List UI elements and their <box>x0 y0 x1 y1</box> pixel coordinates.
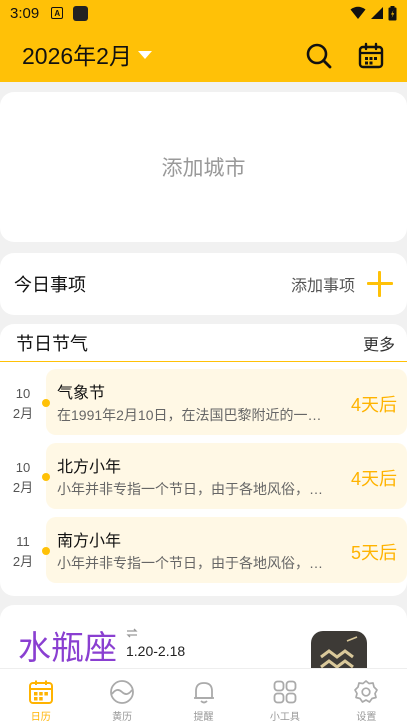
bell-icon <box>193 682 214 704</box>
bottom-nav: 日历 黄历 提醒 小工具 设置 <box>0 668 407 725</box>
notification-a-icon: A <box>51 7 64 19</box>
festival-month: 2月 <box>12 480 34 495</box>
festivals-title: 节日节气 <box>16 333 88 354</box>
nav-label: 小工具 <box>269 712 300 723</box>
app-square-icon <box>73 5 89 21</box>
chevron-down-icon <box>137 51 152 59</box>
add-event-link[interactable]: 添加事项 <box>291 272 355 296</box>
festival-desc: 小年并非专指一个节日，由于各地风俗，… <box>57 555 323 571</box>
zodiac-name: 水瓶座 <box>18 629 117 666</box>
today-events-card: 今日事项 添加事项 <box>0 253 407 315</box>
festival-day: 10 <box>15 386 31 401</box>
month-selector[interactable]: 2026年2月 <box>22 37 152 71</box>
festival-box: 气象节 在1991年2月10日，在法国巴黎附近的一… 4天后 <box>46 369 407 435</box>
festival-name: 南方小年 <box>57 533 122 550</box>
more-link[interactable]: 更多 <box>363 331 395 355</box>
nav-item-calendar[interactable]: 日历 <box>0 669 81 725</box>
festival-date: 10 2月 <box>8 458 38 498</box>
nav-item-tools[interactable]: 小工具 <box>244 669 325 725</box>
status-time: 3:09 <box>10 4 40 22</box>
festival-month: 2月 <box>12 406 34 421</box>
zodiac-date-range: 1.20-2.18 <box>126 643 186 659</box>
gear-icon <box>354 680 379 703</box>
festival-day: 10 <box>15 460 31 475</box>
add-city-label: 添加城市 <box>161 157 246 180</box>
timeline-dot <box>42 547 50 555</box>
nav-label: 提醒 <box>193 712 214 723</box>
festival-desc: 在1991年2月10日，在法国巴黎附近的一… <box>57 407 322 423</box>
month-title: 2026年2月 <box>22 43 132 69</box>
signal-icon <box>371 7 383 19</box>
festival-date: 11 2月 <box>8 532 38 572</box>
festivals-card: 节日节气 更多 10 2月 气象节 在1991年2月10日，在法国巴黎附近的一…… <box>0 324 407 596</box>
festival-days-left: 4天后 <box>350 395 397 415</box>
festival-box: 南方小年 小年并非专指一个节日，由于各地风俗，… 5天后 <box>46 517 407 583</box>
calendar-icon[interactable] <box>357 42 385 70</box>
nav-item-reminder[interactable]: 提醒 <box>163 669 244 725</box>
festival-name: 北方小年 <box>57 459 122 476</box>
swap-icon[interactable] <box>126 627 138 639</box>
header: 2026年2月 <box>0 34 407 74</box>
festival-item[interactable]: 10 2月 北方小年 小年并非专指一个节日，由于各地风俗，… 4天后 <box>0 443 407 509</box>
nav-label: 设置 <box>356 712 377 723</box>
festival-day: 11 <box>16 534 30 549</box>
grid-icon <box>273 680 297 704</box>
festival-days-left: 5天后 <box>350 543 397 563</box>
top-app-bar: 3:09 A 2026年2月 <box>0 0 407 82</box>
festival-month: 2月 <box>12 554 34 569</box>
festival-item[interactable]: 11 2月 南方小年 小年并非专指一个节日，由于各地风俗，… 5天后 <box>0 517 407 583</box>
festival-days-left: 4天后 <box>350 469 397 489</box>
festival-date: 10 2月 <box>8 384 38 424</box>
wifi-icon <box>350 6 366 19</box>
nav-label: 黄历 <box>112 712 133 723</box>
festival-box: 北方小年 小年并非专指一个节日，由于各地风俗，… 4天后 <box>46 443 407 509</box>
status-bar: 3:09 A <box>0 0 407 26</box>
calendar-icon <box>28 680 53 704</box>
add-city-card[interactable]: 添加城市 <box>0 92 407 242</box>
nav-label: 日历 <box>30 712 51 723</box>
festival-item[interactable]: 10 2月 气象节 在1991年2月10日，在法国巴黎附近的一… 4天后 <box>0 369 407 435</box>
battery-icon <box>388 5 397 20</box>
yin-yang-icon <box>110 680 135 704</box>
today-events-title: 今日事项 <box>14 275 86 295</box>
plus-icon[interactable] <box>367 271 393 297</box>
search-icon[interactable] <box>305 42 333 70</box>
festival-name: 气象节 <box>57 385 106 402</box>
nav-item-almanac[interactable]: 黄历 <box>81 669 162 725</box>
timeline-dot <box>42 399 50 407</box>
nav-item-settings[interactable]: 设置 <box>326 669 407 725</box>
festival-desc: 小年并非专指一个节日，由于各地风俗，… <box>57 481 323 497</box>
timeline-dot <box>42 473 50 481</box>
festivals-header: 节日节气 更多 <box>0 324 407 362</box>
